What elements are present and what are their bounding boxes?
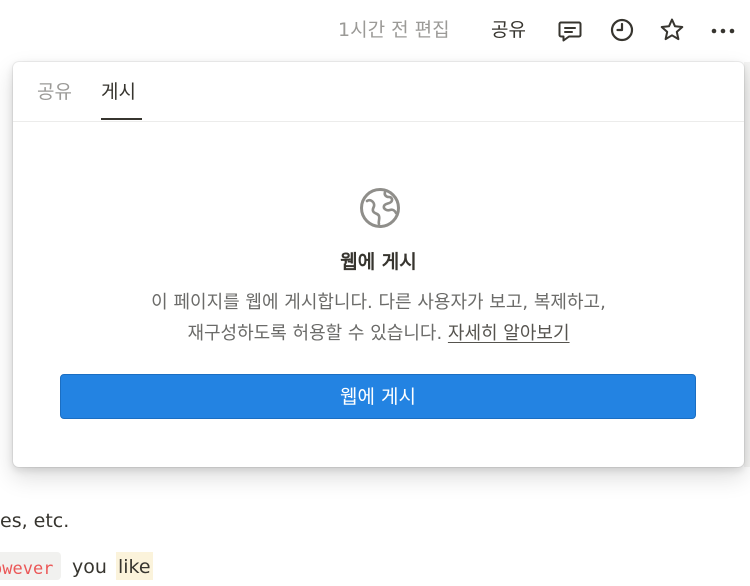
star-icon[interactable] (658, 16, 686, 44)
active-tab-indicator (101, 118, 142, 120)
page-text-plain: you (72, 556, 107, 578)
tab-publish[interactable]: 게시 (101, 79, 136, 105)
publish-description: 이 페이지를 웹에 게시합니다. 다른 사용자가 보고, 복제하고, 재구성하도… (53, 287, 704, 349)
tab-share[interactable]: 공유 (37, 79, 72, 105)
globe-icon (358, 186, 402, 230)
highlighted-text: like (116, 552, 153, 580)
clock-icon[interactable] (608, 16, 636, 44)
description-line-2: 재구성하도록 허용할 수 있습니다. 자세히 알아보기 (53, 318, 704, 349)
publish-title: 웹에 게시 (340, 251, 417, 273)
publish-to-web-button[interactable]: 웹에 게시 (60, 374, 696, 419)
page-text-line: es, etc. (0, 510, 70, 532)
topbar: 1시간 전 편집 공유 (0, 0, 750, 60)
learn-more-link[interactable]: 자세히 알아보기 (448, 323, 570, 344)
description-line-1: 이 페이지를 웹에 게시합니다. 다른 사용자가 보고, 복제하고, (151, 292, 606, 313)
description-text: 재구성하도록 허용할 수 있습니다. (187, 323, 443, 344)
popover-tabs: 공유 게시 (13, 62, 744, 122)
scrollbar[interactable] (744, 62, 750, 467)
share-popover: 공유 게시 웹에 게시 이 페이지를 웹에 게시합니다. 다른 사용자가 보고,… (13, 62, 744, 467)
comment-icon[interactable] (556, 16, 584, 44)
share-button[interactable]: 공유 (491, 17, 526, 43)
last-edited-text: 1시간 전 편집 (338, 19, 450, 41)
more-icon[interactable] (709, 16, 737, 44)
inline-code: owever (0, 552, 62, 580)
